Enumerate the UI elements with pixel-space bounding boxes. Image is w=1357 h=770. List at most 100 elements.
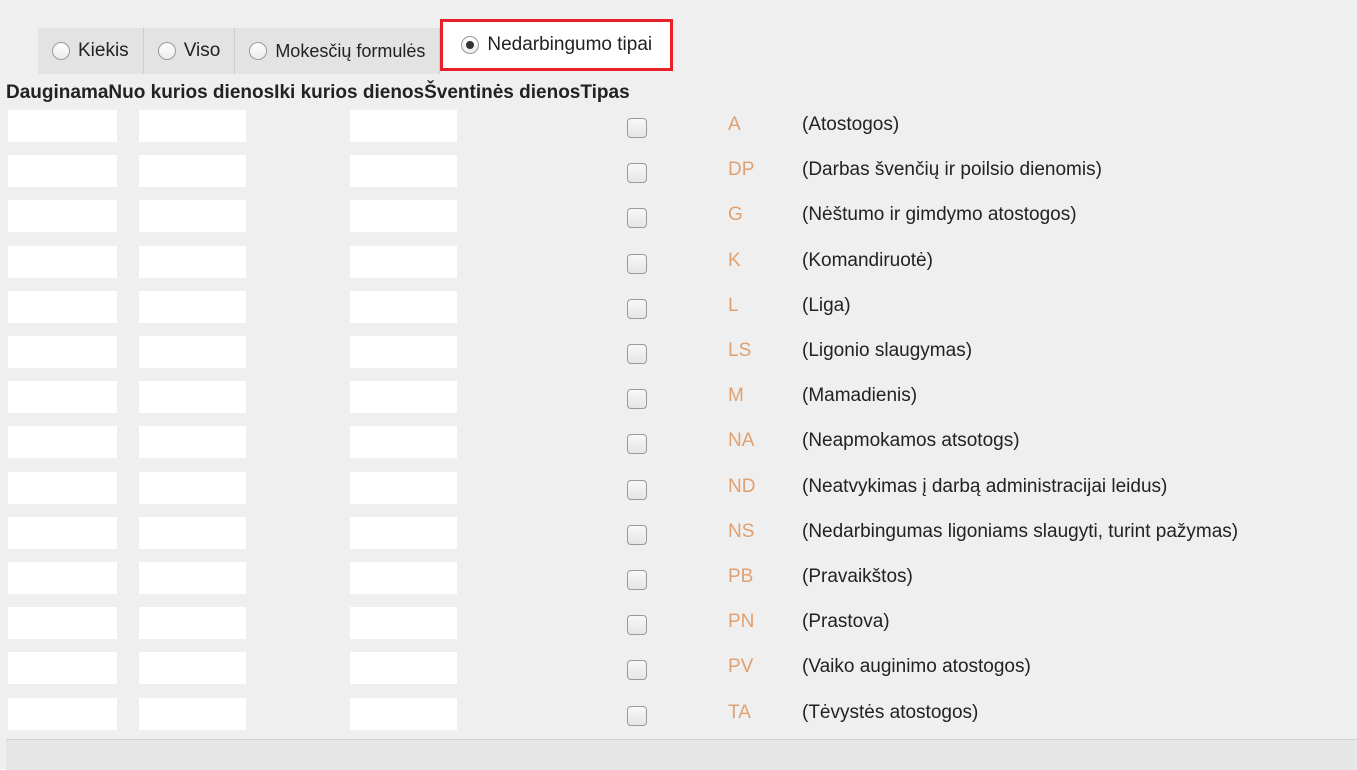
dauginama-input[interactable] [8,471,117,504]
table-row: LS (Ligonio slaugymas) [0,336,1357,381]
tab-kiekis[interactable]: Kiekis [38,28,144,74]
column-header-nuo-kurios-dienos: Nuo kurios dienos [108,82,275,103]
sventines-dienos-checkbox[interactable] [627,208,647,229]
iki-kurios-dienos-input[interactable] [350,381,457,414]
tipas-description: (Nėštumo ir gimdymo atostogos) [802,204,1077,226]
nuo-kurios-dienos-input[interactable] [139,110,246,142]
iki-kurios-dienos-input[interactable] [350,336,457,368]
tipas-code: TA [728,701,751,723]
nuo-kurios-dienos-input[interactable] [139,562,246,594]
tipas-code: M [728,385,744,407]
iki-kurios-dienos-input[interactable] [350,426,457,459]
tipas-description: (Tėvystės atostogos) [802,701,979,723]
tab-label: Mokesčių formulės [275,40,426,61]
sventines-dienos-checkbox[interactable] [627,479,647,500]
dauginama-input[interactable] [8,381,117,414]
nuo-kurios-dienos-input[interactable] [139,697,246,730]
dauginama-input[interactable] [8,607,117,640]
dauginama-input[interactable] [8,516,117,549]
tab-bar: Kiekis Viso Mokesčių formulės Nedarbingu… [38,19,674,74]
tipas-description: (Neatvykimas į darbą administracijai lei… [802,475,1168,497]
radio-kiekis[interactable] [52,42,70,60]
table-row: PN (Prastova) [0,607,1357,652]
iki-kurios-dienos-input[interactable] [350,471,457,504]
dauginama-input[interactable] [8,336,117,368]
iki-kurios-dienos-input[interactable] [350,110,457,142]
dauginama-input[interactable] [8,245,117,278]
tipas-code: NA [728,430,755,452]
tipas-description: (Prastova) [802,611,890,633]
sventines-dienos-checkbox[interactable] [627,524,647,545]
table-row: NS (Nedarbingumas ligoniams slaugyti, tur… [0,516,1357,562]
tipas-description: (Vaiko auginimo atostogos) [802,656,1031,678]
nuo-kurios-dienos-input[interactable] [139,516,246,549]
iki-kurios-dienos-input[interactable] [350,652,457,685]
tipas-code: G [728,204,743,226]
sventines-dienos-checkbox[interactable] [627,344,647,364]
radio-nedarbingumo-tipai[interactable] [461,36,480,54]
tipas-code: PN [728,611,755,633]
nuo-kurios-dienos-input[interactable] [139,652,246,685]
nuo-kurios-dienos-input[interactable] [139,607,246,640]
column-header-dauginama: Dauginama [6,82,109,103]
bottom-bar [6,739,1357,770]
iki-kurios-dienos-input[interactable] [350,290,457,323]
table-row: ND (Neatvykimas į darbą administracijai l… [0,471,1357,517]
dauginama-input[interactable] [8,155,117,188]
tipas-description: (Neapmokamos atsotogs) [802,430,1020,452]
nuo-kurios-dienos-input[interactable] [139,381,246,414]
iki-kurios-dienos-input[interactable] [350,245,457,278]
sventines-dienos-checkbox[interactable] [627,705,647,726]
tipas-code: L [728,294,739,316]
iki-kurios-dienos-input[interactable] [350,155,457,188]
dauginama-input[interactable] [8,110,117,142]
sventines-dienos-checkbox[interactable] [627,298,647,319]
dauginama-input[interactable] [8,200,117,233]
sventines-dienos-checkbox[interactable] [627,389,647,410]
nuo-kurios-dienos-input[interactable] [139,245,246,278]
iki-kurios-dienos-input[interactable] [350,562,457,594]
nuo-kurios-dienos-input[interactable] [139,426,246,459]
tipas-description: (Liga) [802,294,851,316]
sventines-dienos-checkbox[interactable] [627,615,647,636]
sventines-dienos-checkbox[interactable] [627,570,647,590]
dauginama-input[interactable] [8,652,117,685]
nuo-kurios-dienos-input[interactable] [139,336,246,368]
tipas-code: A [728,114,741,135]
radio-mokesciu-formules[interactable] [249,42,268,60]
iki-kurios-dienos-input[interactable] [350,516,457,549]
sventines-dienos-checkbox[interactable] [627,253,647,274]
tab-mokesciu-formules[interactable]: Mokesčių formulės [235,28,441,74]
tipas-description: (Ligonio slaugymas) [802,340,973,361]
dauginama-input[interactable] [8,290,117,323]
dauginama-input[interactable] [8,697,117,730]
window: Kiekis Viso Mokesčių formulės Nedarbingu… [0,0,1357,770]
dauginama-input[interactable] [8,562,117,594]
nuo-kurios-dienos-input[interactable] [139,200,246,233]
iki-kurios-dienos-input[interactable] [350,607,457,640]
table-row: TA (Tėvystės atostogos) [0,697,1357,743]
nuo-kurios-dienos-input[interactable] [139,471,246,504]
sventines-dienos-checkbox[interactable] [627,163,647,184]
nuo-kurios-dienos-input[interactable] [139,290,246,323]
sventines-dienos-checkbox[interactable] [627,118,647,138]
sventines-dienos-checkbox[interactable] [627,434,647,455]
sventines-dienos-checkbox[interactable] [627,660,647,681]
table-row: L (Liga) [0,290,1357,336]
tipas-description: (Atostogos) [802,114,900,135]
radio-viso[interactable] [157,42,176,60]
column-header-tipas: Tipas [580,82,630,103]
iki-kurios-dienos-input[interactable] [350,200,457,233]
table-row: A (Atostogos) [0,110,1357,155]
tipas-code: PB [728,566,754,587]
table-row: PV (Vaiko auginimo atostogos) [0,652,1357,697]
column-header-iki-kurios-dienos: Iki kurios dienos [274,82,425,103]
iki-kurios-dienos-input[interactable] [350,697,457,730]
nuo-kurios-dienos-input[interactable] [139,155,246,188]
tab-viso[interactable]: Viso [143,28,236,74]
tipas-description: (Pravaikštos) [802,566,913,587]
dauginama-input[interactable] [8,426,117,459]
tipas-code: K [728,249,741,271]
tab-nedarbingumo-tipai[interactable]: Nedarbingumo tipai [440,19,674,71]
tipas-description: (Mamadienis) [802,385,918,407]
